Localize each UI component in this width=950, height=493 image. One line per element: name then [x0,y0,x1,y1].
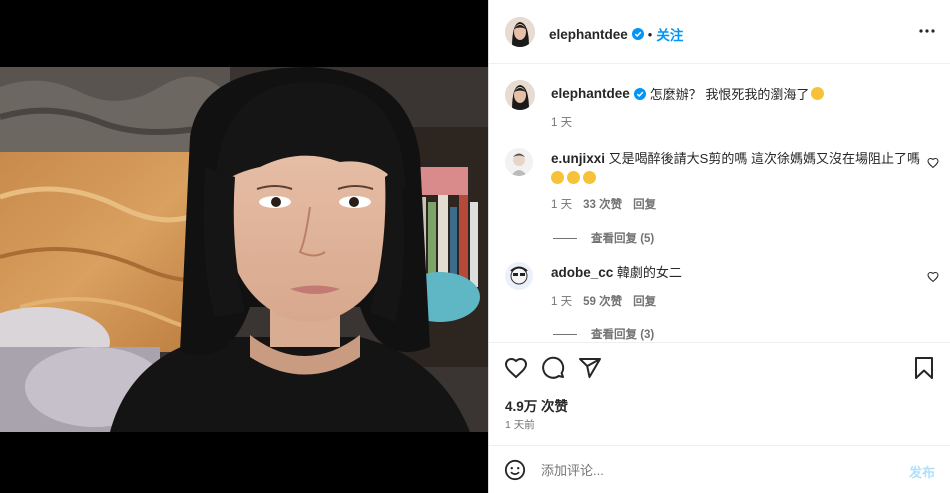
comment-time[interactable]: 1 天 [551,196,572,212]
caption-avatar[interactable] [505,80,535,110]
caption-text: 怎麼辦？ 我恨死我的瀏海了 [649,87,810,102]
comment-like-icon[interactable] [927,157,939,169]
post-time[interactable]: 1 天前 [505,417,535,432]
view-replies-button[interactable]: 查看回复 (3) [553,326,654,342]
follow-button[interactable]: 关注 [656,24,683,44]
caption-time[interactable]: 1 天 [551,114,572,130]
commenter-username[interactable]: e.unjixxi [551,151,605,166]
comment-like-count[interactable]: 33 次赞 [583,196,622,212]
commenter-avatar[interactable] [505,148,533,176]
comment-input[interactable] [541,460,881,480]
reply-button[interactable]: 回复 [633,293,656,309]
comment-like-count[interactable]: 59 次赞 [583,293,622,309]
likes-count[interactable]: 4.9万 次赞 [505,395,568,415]
view-replies-label: 查看回复 (3) [591,329,655,341]
post-media-pane [0,0,488,493]
rofl-emoji-icon [583,171,596,184]
more-horizontal-icon[interactable] [919,28,935,34]
reply-button[interactable]: 回复 [633,196,656,212]
comment-like-icon[interactable] [927,271,939,283]
caption-username[interactable]: elephantdee [551,86,630,101]
view-replies-label: 查看回复 (5) [591,233,655,245]
post-comment-button[interactable]: 发布 [909,462,935,481]
caption-block: elephantdee 怎麼辦？ 我恨死我的瀏海了 1 天 [489,64,950,144]
commenter-username[interactable]: adobe_cc [551,265,613,280]
rofl-emoji-icon [551,171,564,184]
commenter-avatar[interactable] [505,262,533,290]
view-replies-button[interactable]: 查看回复 (5) [553,230,654,246]
bookmark-icon[interactable] [912,356,936,380]
heart-icon[interactable] [504,356,528,380]
divider [553,333,577,335]
comment-time[interactable]: 1 天 [551,293,572,309]
author-username[interactable]: elephantdee [549,27,628,42]
dot-separator: • [647,26,653,42]
rofl-emoji-icon [567,171,580,184]
divider [553,237,577,239]
verified-badge-icon [633,87,646,100]
tired-face-emoji-icon [811,87,825,100]
action-bar: 4.9万 次赞 1 天前 [489,342,950,442]
send-icon[interactable] [578,356,602,380]
post-detail-panel: elephantdee • 关注 elephantdee 怎麼辦？ 我恨死我的瀏… [488,0,950,493]
comment-item: adobe_cc 韓劇的女二 1 天 59 次赞 回复 查看回复 (3) [489,258,950,344]
comment-item: e.unjixxi 又是喝醉後請大S剪的嗎 這次徐媽媽又沒在場阻止了嗎 1 天 … [489,144,950,246]
comment-text: 韓劇的女二 [616,265,682,280]
post-header: elephantdee • 关注 [489,0,950,64]
smiley-icon[interactable] [504,459,526,481]
post-photo[interactable] [0,67,488,432]
comment-text: 又是喝醉後請大S剪的嗎 這次徐媽媽又沒在場阻止了嗎 [608,151,920,166]
comment-composer: 发布 [489,445,950,493]
verified-badge-icon [631,28,644,40]
comment-icon[interactable] [541,356,565,380]
comment-emojis [551,169,921,187]
author-avatar[interactable] [505,17,535,47]
